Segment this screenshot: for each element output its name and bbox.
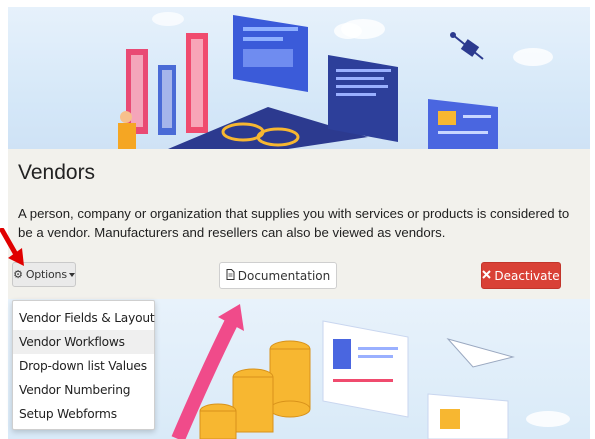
gear-icon: ⚙	[13, 268, 23, 281]
options-button-label: Options	[25, 268, 67, 281]
menu-item-drop-down-list-values[interactable]: Drop-down list Values	[13, 354, 154, 378]
vendors-hero-illustration	[8, 7, 590, 149]
vendor-info-panel: Vendors A person, company or organizatio…	[8, 149, 590, 299]
menu-item-vendor-workflows[interactable]: Vendor Workflows	[13, 330, 154, 354]
red-arrow-icon	[0, 228, 24, 266]
documentation-button-label: Documentation	[237, 268, 331, 283]
deactivate-button-label: Deactivate	[494, 268, 560, 283]
menu-item-vendor-fields-layout[interactable]: Vendor Fields & Layout	[13, 306, 155, 330]
file-icon	[226, 268, 235, 283]
options-dropdown-menu: Vendor Fields & Layout Vendor Workflows …	[12, 300, 155, 430]
x-icon	[482, 269, 492, 282]
hero-illustration-graphic	[118, 12, 553, 149]
caret-down-icon	[68, 272, 75, 277]
page-title: Vendors	[18, 161, 96, 184]
page-description: A person, company or organization that s…	[18, 206, 570, 240]
documentation-button[interactable]: Documentation	[219, 262, 337, 289]
menu-item-vendor-numbering[interactable]: Vendor Numbering	[13, 378, 154, 402]
menu-item-setup-webforms[interactable]: Setup Webforms	[13, 402, 154, 426]
deactivate-button[interactable]: Deactivate	[481, 262, 561, 289]
